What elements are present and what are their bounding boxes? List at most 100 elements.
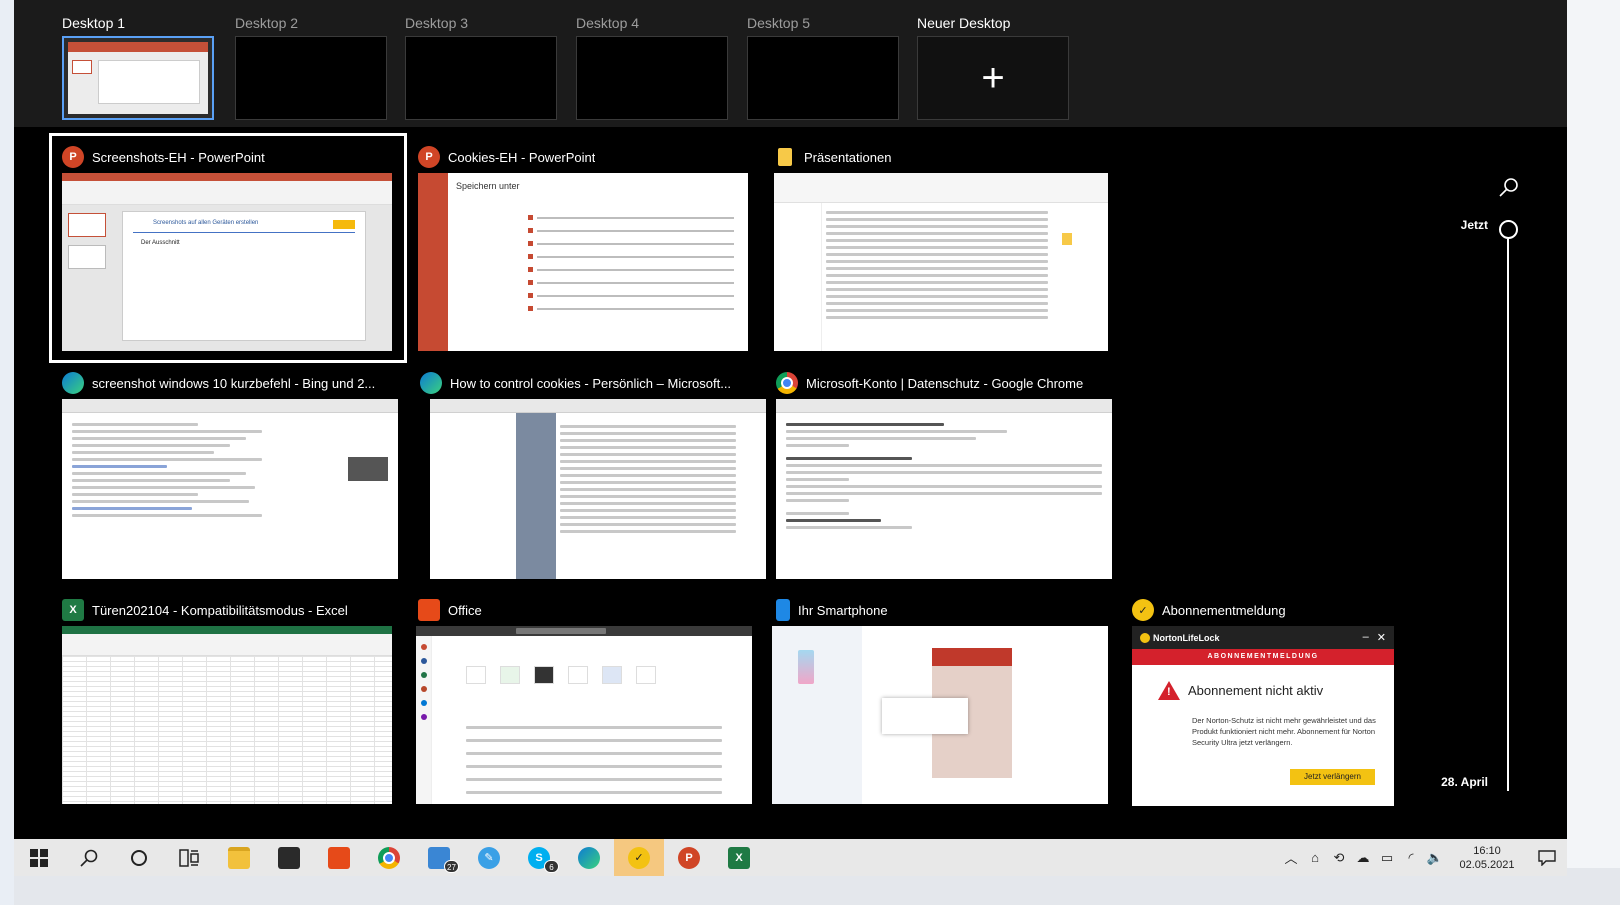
search-button[interactable] — [64, 839, 114, 876]
office-icon — [328, 846, 350, 869]
desktop-1[interactable]: Desktop 1 — [62, 14, 214, 120]
documents-badge: 27 — [444, 860, 459, 873]
window-preview[interactable] — [416, 626, 752, 804]
desktop-thumbnail[interactable] — [747, 36, 899, 120]
right-border — [1567, 0, 1620, 905]
folder-icon — [774, 146, 796, 168]
taskbar-store[interactable] — [264, 839, 314, 876]
window-title: Office — [448, 602, 482, 618]
window-preview[interactable] — [62, 399, 398, 579]
timeline-track[interactable] — [1507, 239, 1509, 791]
store-icon — [278, 846, 300, 869]
start-button[interactable] — [14, 839, 64, 876]
window-norton-abonnementmeldung[interactable]: ✓ Abonnementmeldung NortonLifeLock – ✕ A… — [1122, 589, 1402, 811]
window-title: Microsoft-Konto | Datenschutz - Google C… — [806, 375, 1084, 391]
window-title: Screenshots-EH - PowerPoint — [92, 149, 265, 165]
excel-icon: X — [62, 599, 84, 621]
cortana-icon — [131, 849, 147, 866]
wifi-icon[interactable]: ◜ — [1399, 839, 1423, 876]
task-view-button[interactable] — [164, 839, 214, 876]
feather-icon: ✎ — [478, 846, 500, 869]
desktop-3[interactable]: Desktop 3 — [405, 14, 557, 120]
taskbar-chrome[interactable] — [364, 839, 414, 876]
window-preview[interactable] — [776, 399, 1112, 579]
window-title: Cookies-EH - PowerPoint — [448, 149, 596, 165]
window-title: How to control cookies - Persönlich – Mi… — [450, 375, 732, 391]
window-edge-microsoft[interactable]: How to control cookies - Persönlich – Mi… — [410, 362, 770, 579]
desktop-label: Desktop 2 — [235, 15, 299, 31]
window-excel-tueren[interactable]: X Türen202104 - Kompatibilitätsmodus - E… — [52, 589, 412, 804]
edge-icon — [578, 846, 600, 869]
window-edge-bing[interactable]: screenshot windows 10 kurzbefehl - Bing … — [52, 362, 412, 579]
cortana-button[interactable] — [114, 839, 164, 876]
desktop-label: Desktop 1 — [62, 15, 126, 31]
new-desktop[interactable]: Neuer Desktop + — [917, 14, 1069, 120]
powerpoint-mini-preview — [68, 42, 208, 114]
cloud-icon[interactable]: ☁ — [1351, 839, 1375, 876]
window-title: screenshot windows 10 kurzbefehl - Bing … — [92, 375, 376, 391]
file-explorer-icon — [228, 846, 250, 869]
volume-icon[interactable]: 🔈 — [1423, 839, 1447, 876]
desktop-thumbnail[interactable] — [235, 36, 387, 120]
clock[interactable]: 16:10 02.05.2021 — [1447, 844, 1527, 872]
chrome-icon — [776, 372, 798, 394]
window-preview[interactable] — [430, 399, 766, 579]
taskbar-skype[interactable]: S 6 — [514, 839, 564, 876]
window-office[interactable]: Office — [408, 589, 752, 804]
chevron-up-icon[interactable]: ︿ — [1279, 839, 1303, 876]
window-chrome-microsoft-konto[interactable]: Microsoft-Konto | Datenschutz - Google C… — [766, 362, 1126, 579]
office-icon — [418, 599, 440, 621]
sync-icon[interactable]: ⟲ — [1327, 839, 1351, 876]
desktop-5[interactable]: Desktop 5 — [747, 14, 899, 120]
window-preview[interactable] — [62, 626, 392, 804]
close-icon[interactable]: ✕ — [1377, 631, 1386, 644]
desktop-2[interactable]: Desktop 2 — [235, 14, 387, 120]
desktop-thumbnail[interactable] — [405, 36, 557, 120]
minimize-icon[interactable]: – — [1363, 631, 1369, 644]
new-desktop-button[interactable]: + — [917, 36, 1069, 120]
window-preview[interactable] — [774, 173, 1108, 351]
window-preview[interactable]: NortonLifeLock – ✕ ABONNEMENTMELDUNG Abo… — [1132, 626, 1394, 806]
renew-button[interactable]: Jetzt verlängern — [1290, 769, 1375, 785]
powerpoint-icon: P — [418, 146, 440, 168]
taskbar-explorer[interactable] — [214, 839, 264, 876]
meet-now-icon[interactable]: ⌂ — [1303, 839, 1327, 876]
timeline-handle[interactable] — [1499, 220, 1518, 239]
window-preview[interactable] — [772, 626, 1108, 804]
plus-icon: + — [981, 56, 1005, 100]
norton-logo: NortonLifeLock — [1140, 632, 1220, 643]
desktop-thumbnail[interactable] — [62, 36, 214, 120]
desktop-label: Desktop 4 — [576, 15, 640, 31]
taskbar-edge[interactable] — [564, 839, 614, 876]
norton-check-icon: ✓ — [1132, 599, 1154, 621]
search-icon[interactable] — [1498, 176, 1520, 198]
powerpoint-icon: P — [62, 146, 84, 168]
desktop-4[interactable]: Desktop 4 — [576, 14, 728, 120]
window-powerpoint-cookies[interactable]: P Cookies-EH - PowerPoint Speichern unte… — [408, 136, 748, 351]
taskbar-norton[interactable]: ✓ — [614, 839, 664, 876]
desktop-thumbnail[interactable] — [576, 36, 728, 120]
timeline-now-label: Jetzt — [1460, 218, 1488, 232]
phone-app-icon — [776, 599, 790, 621]
clock-date: 02.05.2021 — [1459, 858, 1515, 871]
taskbar-office[interactable] — [314, 839, 364, 876]
alert-body: Der Norton-Schutz ist nicht mehr gewährl… — [1192, 716, 1376, 747]
task-view-icon — [179, 848, 199, 867]
norton-band: ABONNEMENTMELDUNG — [1132, 649, 1394, 665]
window-ihr-smartphone[interactable]: Ihr Smartphone — [766, 589, 1108, 804]
window-preview[interactable]: Screenshots auf allen Geräten erstellen … — [62, 173, 392, 351]
window-powerpoint-screenshots[interactable]: P Screenshots-EH - PowerPoint Screenshot… — [49, 133, 407, 363]
system-tray: ︿ ⌂ ⟲ ☁ ▭ ◜ 🔈 16:10 02.05.2021 — [1279, 839, 1567, 876]
battery-icon[interactable]: ▭ — [1375, 839, 1399, 876]
warning-icon — [1158, 681, 1180, 700]
window-explorer-praesentationen[interactable]: Präsentationen — [764, 136, 1108, 351]
taskbar-feather-app[interactable]: ✎ — [464, 839, 514, 876]
taskbar-documents[interactable]: 27 — [414, 839, 464, 876]
window-title: Ihr Smartphone — [798, 602, 888, 618]
action-center-button[interactable] — [1527, 849, 1567, 866]
window-preview[interactable]: Speichern unter — [418, 173, 748, 351]
taskbar-excel[interactable]: X — [714, 839, 764, 876]
taskbar-powerpoint[interactable]: P — [664, 839, 714, 876]
chrome-icon — [378, 846, 400, 869]
edge-icon — [62, 372, 84, 394]
